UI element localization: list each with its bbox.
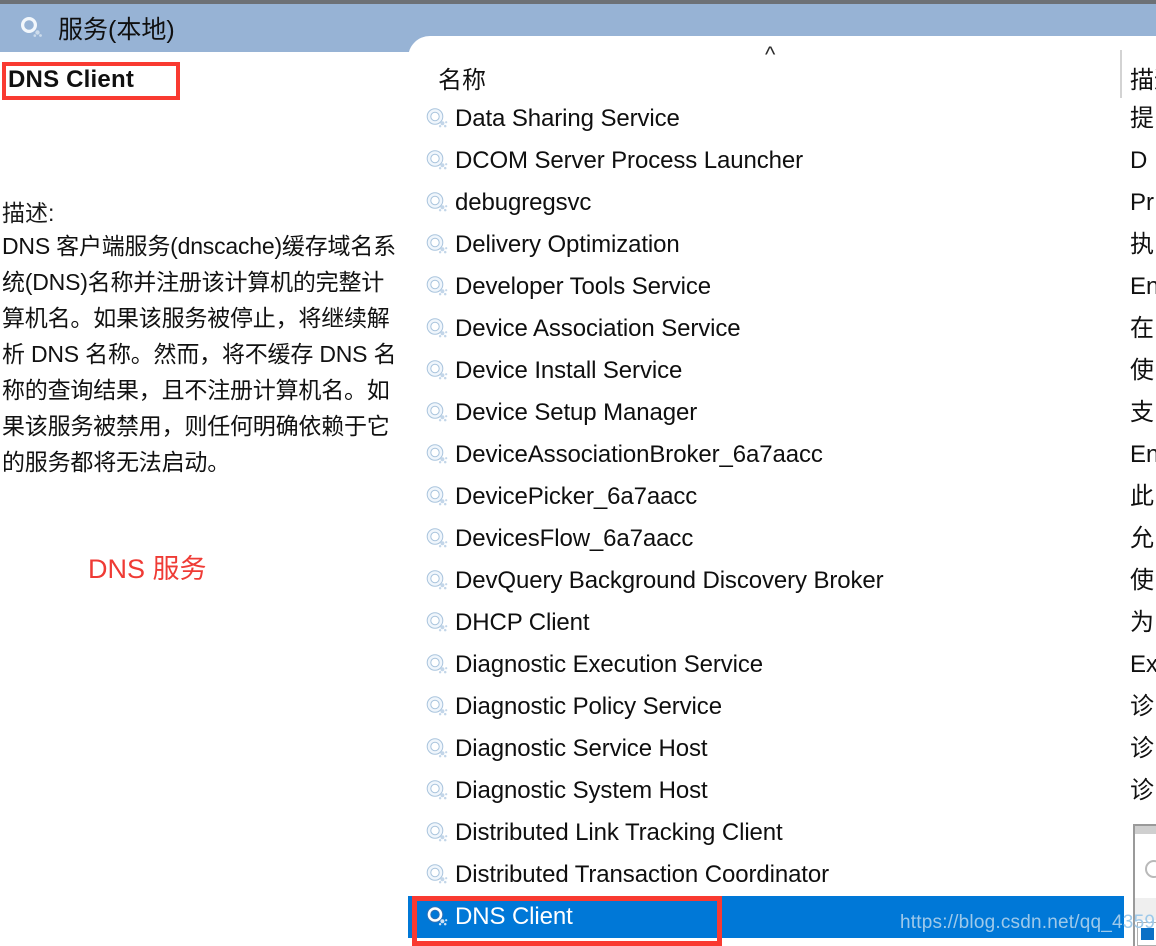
table-row[interactable]: DCOM Server Process Launcher: [408, 140, 1156, 182]
service-name-cell: Distributed Link Tracking Client: [455, 819, 783, 846]
service-gear-icon: [424, 736, 450, 762]
table-row[interactable]: Delivery Optimization: [408, 224, 1156, 266]
service-description-cell: 使: [1130, 357, 1154, 384]
service-gear-icon: [424, 358, 450, 384]
service-gear-icon: [424, 148, 450, 174]
service-gear-icon: [424, 694, 450, 720]
service-name-cell: DNS Client: [455, 903, 573, 930]
table-row[interactable]: Data Sharing Service: [408, 98, 1156, 140]
service-description-cell: Ex: [1130, 651, 1156, 678]
service-gear-icon: [424, 442, 450, 468]
service-gear-icon: [424, 106, 450, 132]
service-gear-icon: [424, 652, 450, 678]
service-description-cell: 诊: [1130, 777, 1154, 804]
service-gear-icon: [424, 316, 450, 342]
service-gear-icon: [16, 13, 46, 43]
service-gear-icon: [424, 190, 450, 216]
service-gear-icon: [424, 274, 450, 300]
service-name-cell: Device Install Service: [455, 357, 683, 384]
table-row[interactable]: Device Install Service: [408, 350, 1156, 392]
table-row[interactable]: Device Setup Manager: [408, 392, 1156, 434]
service-name-cell: Delivery Optimization: [455, 231, 680, 258]
table-row[interactable]: Diagnostic Execution Service: [408, 644, 1156, 686]
service-name-cell: Diagnostic Policy Service: [455, 693, 722, 720]
service-gear-icon: [424, 400, 450, 426]
service-gear-icon: [424, 862, 450, 888]
service-name-cell: Developer Tools Service: [455, 273, 712, 300]
table-row[interactable]: DevicesFlow_6a7aacc: [408, 518, 1156, 560]
table-row[interactable]: DeviceAssociationBroker_6a7aacc: [408, 434, 1156, 476]
dialog-title-bar-fragment: [1135, 826, 1156, 834]
service-name-cell: DCOM Server Process Launcher: [455, 147, 803, 174]
service-name-cell: Distributed Transaction Coordinator: [455, 861, 830, 888]
service-description-cell: 使: [1130, 567, 1154, 594]
service-name-cell: DevicesFlow_6a7aacc: [455, 525, 694, 552]
watermark-text: https://blog.csdn.net/qq_43591881: [900, 912, 1156, 933]
service-gear-icon-selected: [424, 904, 450, 930]
table-row[interactable]: Diagnostic Policy Service: [408, 686, 1156, 728]
sort-ascending-icon[interactable]: ^: [765, 44, 775, 66]
service-name-cell: Diagnostic Service Host: [455, 735, 708, 762]
description-column: 提 D Pr 执 En 在使支 En 此允使为 Ex 诊诊诊: [1130, 98, 1156, 946]
description-label: 描述:: [2, 200, 55, 226]
service-description-cell: En: [1130, 441, 1156, 468]
table-row[interactable]: Developer Tools Service: [408, 266, 1156, 308]
service-name-cell: DeviceAssociationBroker_6a7aacc: [455, 441, 823, 468]
service-description-cell: 此: [1130, 483, 1154, 510]
service-name-title: DNS Client: [8, 66, 135, 93]
table-row[interactable]: Distributed Link Tracking Client: [408, 812, 1156, 854]
service-gear-icon: [424, 610, 450, 636]
service-gear-icon: [424, 484, 450, 510]
service-name-cell: Diagnostic System Host: [455, 777, 708, 804]
service-description-cell: 允: [1130, 525, 1154, 552]
column-header-name[interactable]: 名称: [438, 60, 486, 95]
service-detail-pane: DNS Client 描述: DNS 客户端服务(dnscache)缓存域名系统…: [0, 52, 408, 946]
service-gear-icon: [424, 232, 450, 258]
service-description-cell: Pr: [1130, 189, 1154, 216]
service-description-cell: D: [1130, 147, 1148, 174]
service-name-cell: debugregsvc: [455, 189, 592, 216]
service-name-cell: Data Sharing Service: [455, 105, 680, 132]
table-row[interactable]: Device Association Service: [408, 308, 1156, 350]
table-row[interactable]: Diagnostic System Host: [408, 770, 1156, 812]
window-title: 服务(本地): [58, 16, 175, 44]
service-description-cell: 为: [1130, 609, 1154, 636]
dns-service-annotation: DNS 服务: [88, 554, 207, 584]
service-name-cell: Device Association Service: [455, 315, 741, 342]
service-name-cell: DevicePicker_6a7aacc: [455, 483, 698, 510]
table-row[interactable]: Diagnostic Service Host: [408, 728, 1156, 770]
column-divider[interactable]: [1120, 50, 1122, 98]
service-gear-icon: [424, 568, 450, 594]
table-row[interactable]: Distributed Transaction Coordinator: [408, 854, 1156, 896]
service-description-cell: En: [1130, 273, 1156, 300]
table-row[interactable]: DevicePicker_6a7aacc: [408, 476, 1156, 518]
service-name-cell: Device Setup Manager: [455, 399, 698, 426]
table-row[interactable]: debugregsvc: [408, 182, 1156, 224]
services-window: 服务(本地) DNS Client 描述: DNS 客户端服务(dnscache…: [0, 0, 1156, 946]
description-text: DNS 客户端服务(dnscache)缓存域名系统(DNS)名称并注册该计算机的…: [2, 233, 397, 475]
service-description-cell: 提: [1130, 105, 1154, 132]
service-description-cell: 在: [1130, 315, 1154, 342]
service-description-cell: 诊: [1130, 735, 1154, 762]
services-list-panel: 名称 ^ 描述 Data Sharing Service DCOM Server …: [408, 36, 1156, 946]
service-description-cell: 支: [1130, 399, 1154, 426]
dialog-icon-fragment: [1145, 860, 1156, 878]
service-gear-icon: [424, 820, 450, 846]
service-description-cell: 诊: [1130, 693, 1154, 720]
table-row[interactable]: DHCP Client: [408, 602, 1156, 644]
service-gear-icon: [424, 778, 450, 804]
service-name-cell: DevQuery Background Discovery Broker: [455, 567, 884, 594]
column-header-description[interactable]: 描述: [1130, 60, 1156, 95]
service-description-cell: 执: [1130, 231, 1154, 258]
table-row[interactable]: DevQuery Background Discovery Broker: [408, 560, 1156, 602]
list-column-header: 名称 ^ 描述: [408, 36, 1156, 98]
service-name-cell: Diagnostic Execution Service: [455, 651, 764, 678]
service-gear-icon: [424, 526, 450, 552]
service-name-cell: DHCP Client: [455, 609, 590, 636]
services-list[interactable]: Data Sharing Service DCOM Server Process …: [408, 98, 1156, 946]
